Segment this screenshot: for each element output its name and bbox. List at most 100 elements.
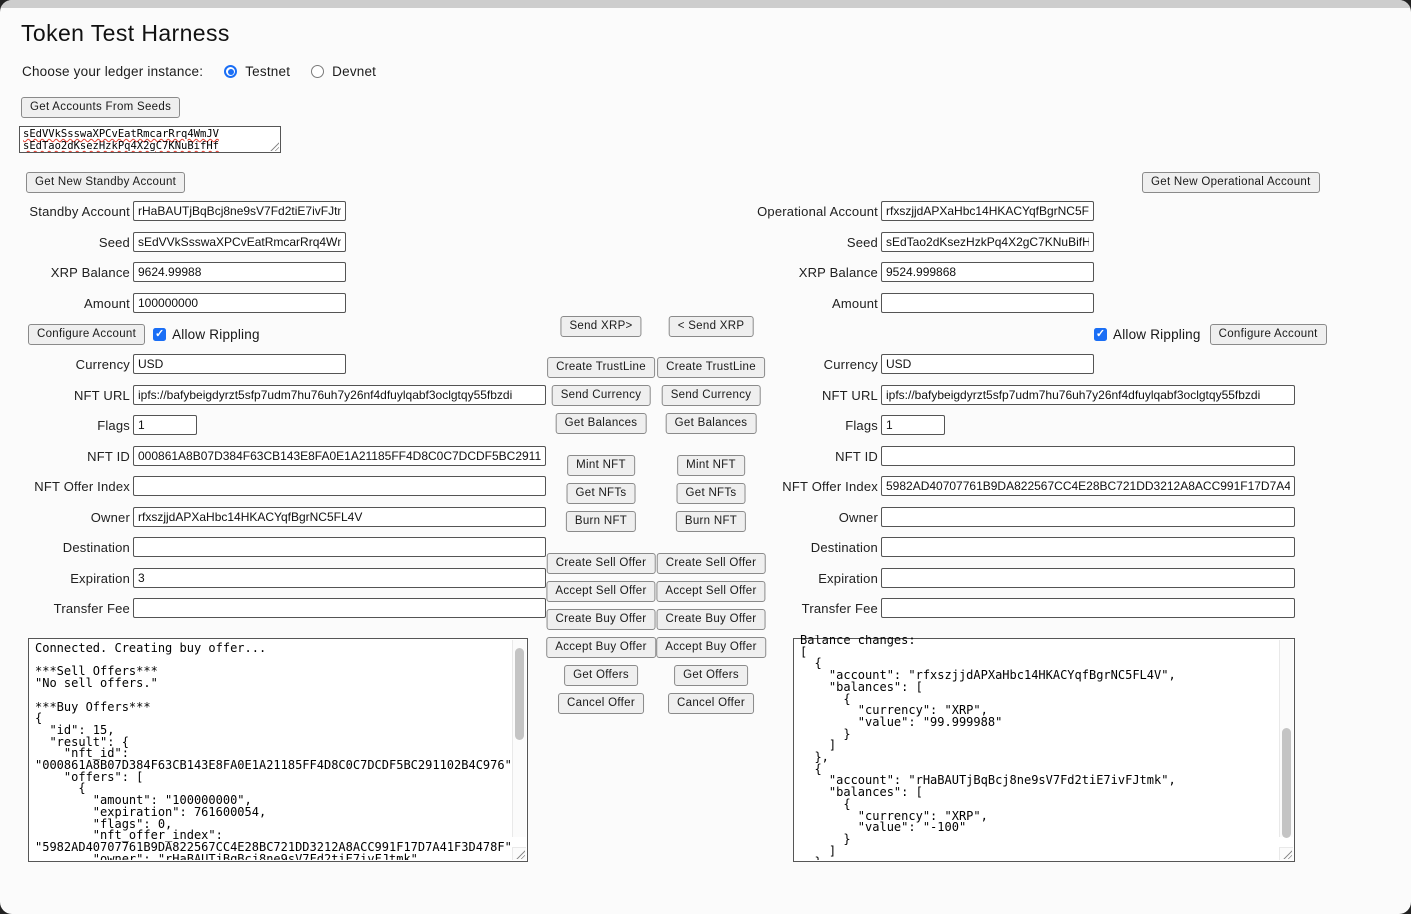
standby-send-currency-button[interactable]: Send Currency xyxy=(552,385,651,406)
standby-get-nfts-button[interactable]: Get NFTs xyxy=(567,483,636,504)
operational-nft-offer-index-input[interactable] xyxy=(881,476,1295,496)
standby-expiration-label: Expiration xyxy=(0,571,130,586)
standby-accept-buy-offer-button[interactable]: Accept Buy Offer xyxy=(546,637,656,658)
radio-group-devnet[interactable]: Devnet xyxy=(311,64,376,79)
operational-xrp-balance-row: XRP Balance xyxy=(748,262,1094,282)
devnet-radio-icon[interactable] xyxy=(311,65,324,78)
standby-send-xrp-button[interactable]: Send XRP> xyxy=(560,316,641,337)
standby-create-sell-offer-button[interactable]: Create Sell Offer xyxy=(547,553,656,574)
get-accounts-from-seeds-button[interactable]: Get Accounts From Seeds xyxy=(21,97,180,118)
operational-cancel-offer-button[interactable]: Cancel Offer xyxy=(668,693,754,714)
standby-seed-input[interactable] xyxy=(133,232,346,252)
operational-account-label: Operational Account xyxy=(748,204,878,219)
operational-owner-input[interactable] xyxy=(881,507,1295,527)
operational-allow-rippling-label[interactable]: Allow Rippling xyxy=(1113,327,1201,342)
operational-destination-input[interactable] xyxy=(881,537,1295,557)
testnet-radio-icon[interactable] xyxy=(224,65,237,78)
operational-mint-nft-button[interactable]: Mint NFT xyxy=(677,455,745,476)
operational-nft-url-input[interactable] xyxy=(881,385,1295,405)
standby-flags-input[interactable] xyxy=(133,415,197,435)
operational-expiration-label: Expiration xyxy=(748,571,878,586)
scrollbar-corner xyxy=(512,847,526,860)
standby-get-offers-button[interactable]: Get Offers xyxy=(564,665,638,686)
operational-transfer-fee-input[interactable] xyxy=(881,598,1295,618)
operational-create-sell-offer-button[interactable]: Create Sell Offer xyxy=(657,553,766,574)
operational-burn-nft-button[interactable]: Burn NFT xyxy=(676,511,746,532)
testnet-radio-label[interactable]: Testnet xyxy=(245,64,290,79)
operational-accept-buy-offer-button[interactable]: Accept Buy Offer xyxy=(656,637,766,658)
standby-allow-rippling-label[interactable]: Allow Rippling xyxy=(172,327,260,342)
standby-transfer-fee-input[interactable] xyxy=(133,598,546,618)
get-new-operational-account-button[interactable]: Get New Operational Account xyxy=(1142,172,1320,193)
standby-xrp-balance-input[interactable] xyxy=(133,262,346,282)
operational-get-balances-button[interactable]: Get Balances xyxy=(666,413,757,434)
operational-nft-id-input[interactable] xyxy=(881,446,1295,466)
standby-log-scrollbar[interactable] xyxy=(512,640,526,837)
operational-get-offers-button[interactable]: Get Offers xyxy=(674,665,748,686)
operational-configure-row: ✓ Allow Rippling Configure Account xyxy=(1094,324,1327,345)
operational-send-xrp-button[interactable]: < Send XRP xyxy=(669,316,754,337)
operational-xrp-balance-input[interactable] xyxy=(881,262,1094,282)
scrollbar-thumb[interactable] xyxy=(1282,728,1291,838)
operational-flags-row: Flags xyxy=(748,415,945,435)
operational-owner-row: Owner xyxy=(748,507,1295,527)
operational-expiration-input[interactable] xyxy=(881,568,1295,588)
standby-amount-input[interactable] xyxy=(133,293,346,313)
standby-create-trustline-button[interactable]: Create TrustLine xyxy=(547,357,655,378)
standby-nft-url-input[interactable] xyxy=(133,385,546,405)
operational-configure-account-button[interactable]: Configure Account xyxy=(1210,324,1327,345)
seeds-textarea[interactable]: sEdVVkSsswaXPCvEatRmcarRrq4WmJV sEdTao2d… xyxy=(19,126,281,153)
operational-amount-input[interactable] xyxy=(881,293,1094,313)
operational-nft-url-label: NFT URL xyxy=(748,388,878,403)
standby-create-buy-offer-button[interactable]: Create Buy Offer xyxy=(547,609,656,630)
standby-xrp-balance-label: XRP Balance xyxy=(0,265,130,280)
operational-seed-input[interactable] xyxy=(881,232,1094,252)
standby-xrp-balance-row: XRP Balance xyxy=(0,262,346,282)
standby-get-balances-button[interactable]: Get Balances xyxy=(556,413,647,434)
standby-nft-id-input[interactable] xyxy=(133,446,546,466)
seed-line-2: sEdTao2dKsezHzkPq4X2gC7KNuBifHf xyxy=(23,140,277,152)
operational-send-currency-button[interactable]: Send Currency xyxy=(662,385,761,406)
resize-grip-icon[interactable] xyxy=(515,849,525,859)
standby-account-input[interactable] xyxy=(133,201,346,221)
standby-cancel-offer-button[interactable]: Cancel Offer xyxy=(558,693,644,714)
standby-owner-input[interactable] xyxy=(133,507,546,527)
radio-group-testnet[interactable]: Testnet xyxy=(224,64,290,79)
seed-line-1: sEdVVkSsswaXPCvEatRmcarRrq4WmJV xyxy=(23,128,277,140)
standby-nft-offer-index-input[interactable] xyxy=(133,476,546,496)
scrollbar-thumb[interactable] xyxy=(515,648,524,740)
standby-mint-nft-button[interactable]: Mint NFT xyxy=(567,455,635,476)
ledger-instance-chooser: Choose your ledger instance: Testnet Dev… xyxy=(22,64,376,79)
operational-flags-input[interactable] xyxy=(881,415,945,435)
standby-currency-label: Currency xyxy=(0,357,130,372)
operational-allow-rippling-checkbox[interactable]: ✓ xyxy=(1094,328,1107,341)
standby-accept-sell-offer-button[interactable]: Accept Sell Offer xyxy=(546,581,655,602)
operational-currency-input[interactable] xyxy=(881,354,1094,374)
operational-results-log[interactable]: Balance changes: [ { "account": "rfxszjj… xyxy=(793,638,1295,862)
get-new-standby-account-button[interactable]: Get New Standby Account xyxy=(26,172,185,193)
standby-destination-input[interactable] xyxy=(133,537,546,557)
operational-currency-label: Currency xyxy=(748,357,878,372)
operational-create-buy-offer-button[interactable]: Create Buy Offer xyxy=(657,609,766,630)
operational-accept-sell-offer-button[interactable]: Accept Sell Offer xyxy=(656,581,765,602)
standby-seed-label: Seed xyxy=(0,235,130,250)
operational-log-scrollbar[interactable] xyxy=(1279,640,1293,837)
operational-account-input[interactable] xyxy=(881,201,1094,221)
operational-xrp-balance-label: XRP Balance xyxy=(748,265,878,280)
standby-expiration-input[interactable] xyxy=(133,568,546,588)
standby-results-log[interactable]: Connected. Creating buy offer... ***Sell… xyxy=(28,638,528,862)
standby-currency-input[interactable] xyxy=(133,354,346,374)
standby-nft-offer-index-label: NFT Offer Index xyxy=(0,479,130,494)
operational-nft-offer-index-label: NFT Offer Index xyxy=(748,479,878,494)
resize-grip-icon[interactable] xyxy=(1282,849,1292,859)
standby-configure-account-button[interactable]: Configure Account xyxy=(28,324,145,345)
operational-get-nfts-button[interactable]: Get NFTs xyxy=(677,483,746,504)
standby-amount-row: Amount xyxy=(0,293,346,313)
devnet-radio-label[interactable]: Devnet xyxy=(332,64,376,79)
standby-owner-label: Owner xyxy=(0,510,130,525)
operational-create-trustline-button[interactable]: Create TrustLine xyxy=(657,357,765,378)
operational-nft-offer-index-row: NFT Offer Index xyxy=(748,476,1295,496)
operational-currency-row: Currency xyxy=(748,354,1094,374)
standby-burn-nft-button[interactable]: Burn NFT xyxy=(566,511,636,532)
standby-allow-rippling-checkbox[interactable]: ✓ xyxy=(153,328,166,341)
